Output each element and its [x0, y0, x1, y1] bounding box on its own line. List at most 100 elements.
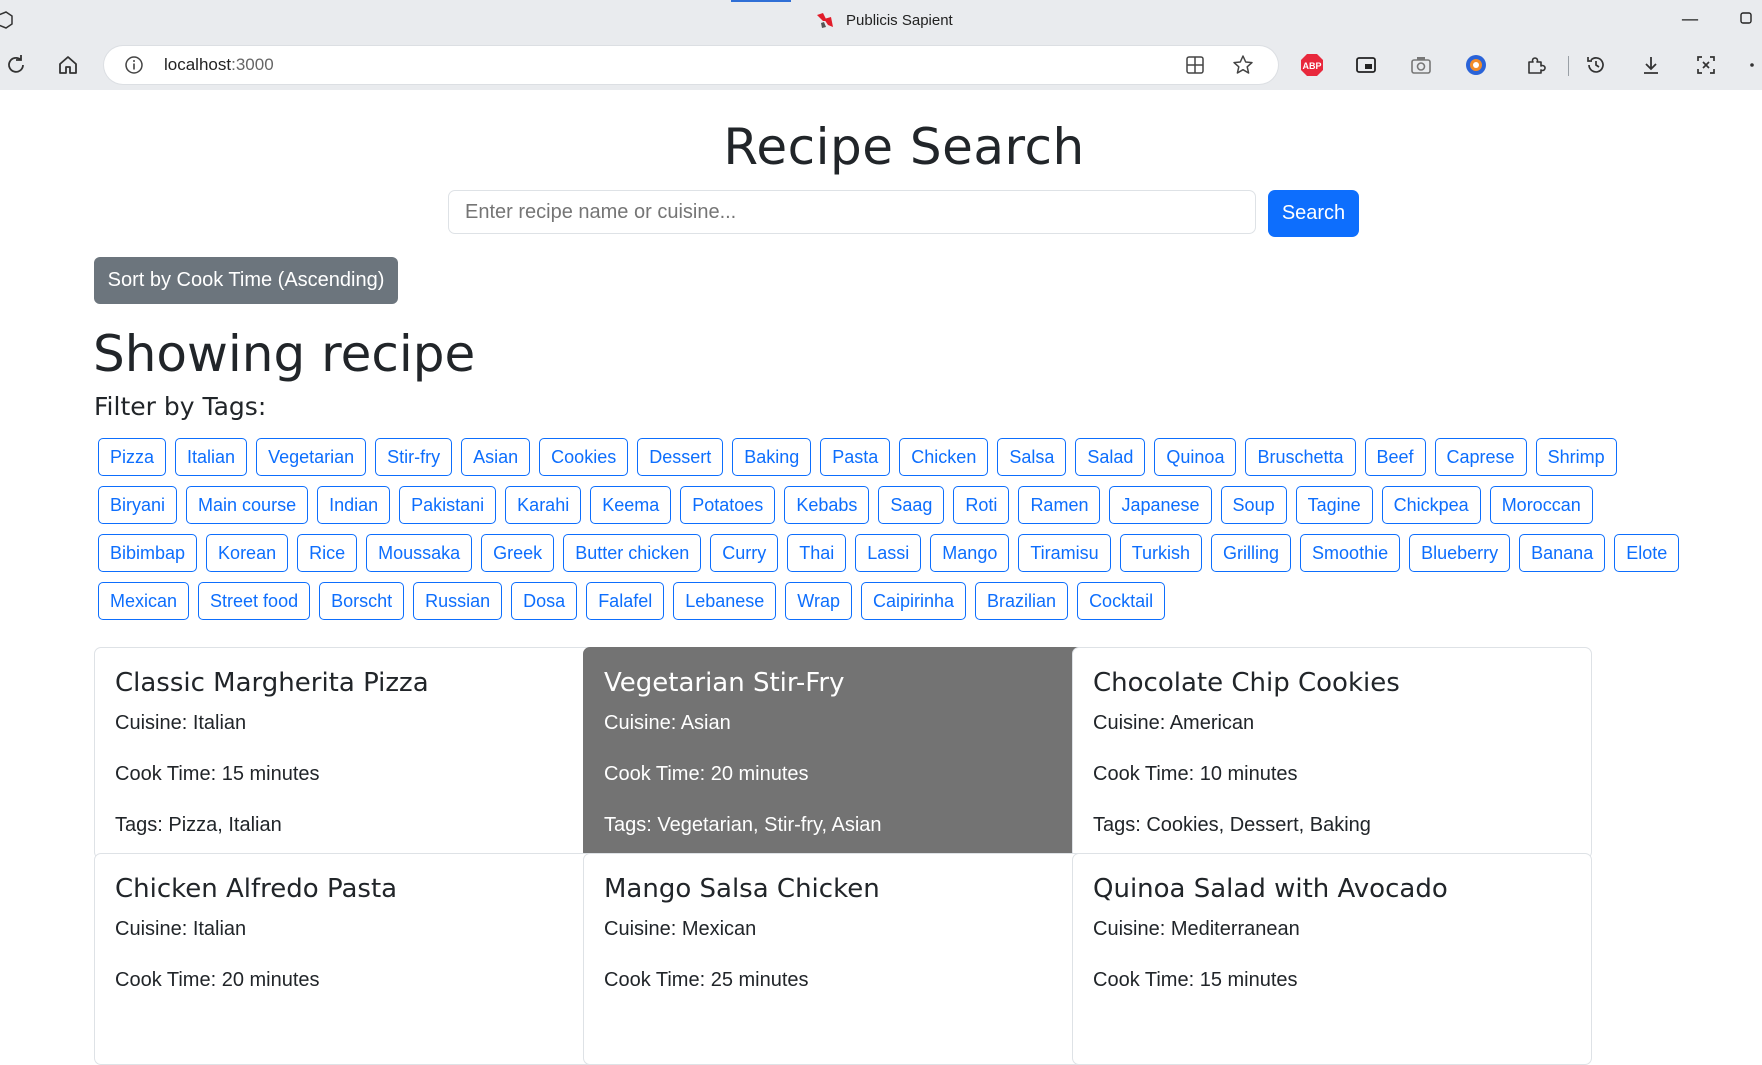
tag-filter-button[interactable]: Chickpea [1381, 486, 1481, 524]
recipe-tags: Tags: Vegetarian, Stir-fry, Asian [604, 814, 882, 836]
recipe-name: Chicken Alfredo Pasta [115, 874, 398, 904]
recipe-cuisine: Cuisine: Italian [115, 918, 247, 940]
browser-chrome: Publicis Sapient — localhost:3000 ABP [0, 0, 1762, 90]
tag-filter-button[interactable]: Curry [710, 534, 779, 572]
tag-filter-button[interactable]: Borscht [319, 582, 405, 620]
tag-filter-button[interactable]: Bibimbap [98, 534, 198, 572]
tab-actions-icon[interactable] [0, 10, 14, 30]
tag-filter-button[interactable]: Lebanese [673, 582, 777, 620]
tag-filter-button[interactable]: Thai [787, 534, 847, 572]
tag-filter-button[interactable]: Falafel [586, 582, 665, 620]
tag-filter-button[interactable]: Asian [461, 438, 531, 476]
recipe-card[interactable]: Mango Salsa Chicken Cuisine: Mexican Cook … [583, 853, 1103, 1065]
browser-toolbar: localhost:3000 ABP [0, 44, 1762, 86]
tag-filter-button[interactable]: Biryani [98, 486, 178, 524]
tag-filter-button[interactable]: Grilling [1211, 534, 1292, 572]
tag-filter-button[interactable]: Roti [953, 486, 1010, 524]
info-icon[interactable] [124, 55, 144, 75]
tag-filter-button[interactable]: Pakistani [399, 486, 497, 524]
search-button[interactable]: Search [1268, 190, 1359, 237]
tag-filter-button[interactable]: Russian [413, 582, 503, 620]
recipe-name: Mango Salsa Chicken [604, 874, 880, 904]
minimize-icon[interactable]: — [1678, 8, 1702, 32]
tag-filter-button[interactable]: Baking [732, 438, 812, 476]
recipe-card[interactable]: Vegetarian Stir-Fry Cuisine: Asian Cook Ti… [583, 647, 1103, 859]
extensions-icon[interactable] [1520, 44, 1552, 86]
reload-icon[interactable] [0, 44, 32, 86]
screen-capture-icon[interactable] [1690, 44, 1722, 86]
recipe-card[interactable]: Chocolate Chip Cookies Cuisine: American C… [1072, 647, 1592, 859]
url-text[interactable]: localhost:3000 [164, 46, 274, 84]
tag-filter-button[interactable]: Caipirinha [860, 582, 967, 620]
recipe-cook-time: Cook Time: 25 minutes [604, 969, 809, 991]
tag-filter-button[interactable]: Street food [198, 582, 311, 620]
tag-filter-button[interactable]: Brazilian [975, 582, 1069, 620]
tag-filter-button[interactable]: Lassi [855, 534, 922, 572]
tag-filter-button[interactable]: Greek [481, 534, 555, 572]
recipe-card[interactable]: Chicken Alfredo Pasta Cuisine: Italian Coo… [94, 853, 614, 1065]
tag-filter-button[interactable]: Mango [930, 534, 1010, 572]
tag-filter-button[interactable]: Moroccan [1489, 486, 1593, 524]
tag-filter-button[interactable]: Elote [1614, 534, 1680, 572]
tag-filter-button[interactable]: Main course [186, 486, 309, 524]
tag-filter-button[interactable]: Cocktail [1077, 582, 1166, 620]
camera-icon[interactable] [1405, 44, 1437, 86]
tag-filter-button[interactable]: Dosa [511, 582, 578, 620]
address-bar[interactable]: localhost:3000 [104, 46, 1278, 84]
tag-filter-button[interactable]: Quinoa [1154, 438, 1237, 476]
download-icon[interactable] [1635, 44, 1667, 86]
tag-filter-button[interactable]: Smoothie [1300, 534, 1401, 572]
maximize-icon[interactable] [1734, 8, 1758, 32]
tag-filter-button[interactable]: Chicken [899, 438, 989, 476]
tag-filter-button[interactable]: Kebabs [784, 486, 870, 524]
picture-in-picture-icon[interactable] [1350, 44, 1382, 86]
tag-filter-button[interactable]: Saag [878, 486, 945, 524]
favorite-star-icon[interactable] [1232, 54, 1254, 76]
tag-filter-button[interactable]: Beef [1364, 438, 1426, 476]
recipe-search-input[interactable] [448, 190, 1256, 234]
tag-filter-button[interactable]: Turkish [1119, 534, 1203, 572]
home-icon[interactable] [52, 44, 84, 86]
tag-filter-button[interactable]: Mexican [98, 582, 190, 620]
filter-heading: Filter by Tags: [94, 392, 267, 421]
recipe-card[interactable]: Quinoa Salad with Avocado Cuisine: Medite… [1072, 853, 1592, 1065]
more-icon[interactable] [1736, 44, 1762, 86]
tab-bar: Publicis Sapient — [0, 0, 1762, 40]
tag-filter-button[interactable]: Ramen [1018, 486, 1101, 524]
recipe-card[interactable]: Classic Margherita Pizza Cuisine: Italian… [94, 647, 614, 859]
tag-filter-button[interactable]: Soup [1220, 486, 1287, 524]
browser-tab[interactable]: Publicis Sapient [814, 0, 953, 40]
tag-filter-button[interactable]: Blueberry [1409, 534, 1511, 572]
tag-filter-button[interactable]: Salad [1075, 438, 1146, 476]
tag-filter-button[interactable]: Japanese [1109, 486, 1212, 524]
tag-filter-button[interactable]: Potatoes [680, 486, 776, 524]
profile-icon[interactable] [1460, 44, 1492, 86]
split-screen-icon[interactable] [1184, 54, 1206, 76]
tag-filter-button[interactable]: Wrap [785, 582, 852, 620]
tag-filter-button[interactable]: Korean [206, 534, 289, 572]
sort-by-cook-time-button[interactable]: Sort by Cook Time (Ascending) [94, 257, 398, 304]
tag-filter-button[interactable]: Salsa [997, 438, 1067, 476]
tag-filter-button[interactable]: Pizza [98, 438, 167, 476]
tag-filter-button[interactable]: Cookies [539, 438, 629, 476]
tag-filter-button[interactable]: Dessert [637, 438, 724, 476]
tag-filter-list: Pizza Italian Vegetarian Stir-fry Asian Cooki… [98, 438, 1698, 620]
tag-filter-button[interactable]: Tiramisu [1018, 534, 1111, 572]
tag-filter-button[interactable]: Stir-fry [375, 438, 453, 476]
tag-filter-button[interactable]: Vegetarian [256, 438, 367, 476]
tag-filter-button[interactable]: Moussaka [366, 534, 473, 572]
tag-filter-button[interactable]: Tagine [1295, 486, 1373, 524]
tag-filter-button[interactable]: Italian [175, 438, 248, 476]
tag-filter-button[interactable]: Bruschetta [1245, 438, 1356, 476]
tag-filter-button[interactable]: Banana [1519, 534, 1606, 572]
tag-filter-button[interactable]: Keema [590, 486, 672, 524]
tag-filter-button[interactable]: Pasta [820, 438, 891, 476]
tag-filter-button[interactable]: Rice [297, 534, 358, 572]
tag-filter-button[interactable]: Indian [317, 486, 391, 524]
history-icon[interactable] [1580, 44, 1612, 86]
tag-filter-button[interactable]: Caprese [1434, 438, 1527, 476]
adblock-icon[interactable]: ABP [1296, 44, 1328, 86]
tag-filter-button[interactable]: Shrimp [1535, 438, 1617, 476]
tag-filter-button[interactable]: Butter chicken [563, 534, 702, 572]
tag-filter-button[interactable]: Karahi [505, 486, 582, 524]
